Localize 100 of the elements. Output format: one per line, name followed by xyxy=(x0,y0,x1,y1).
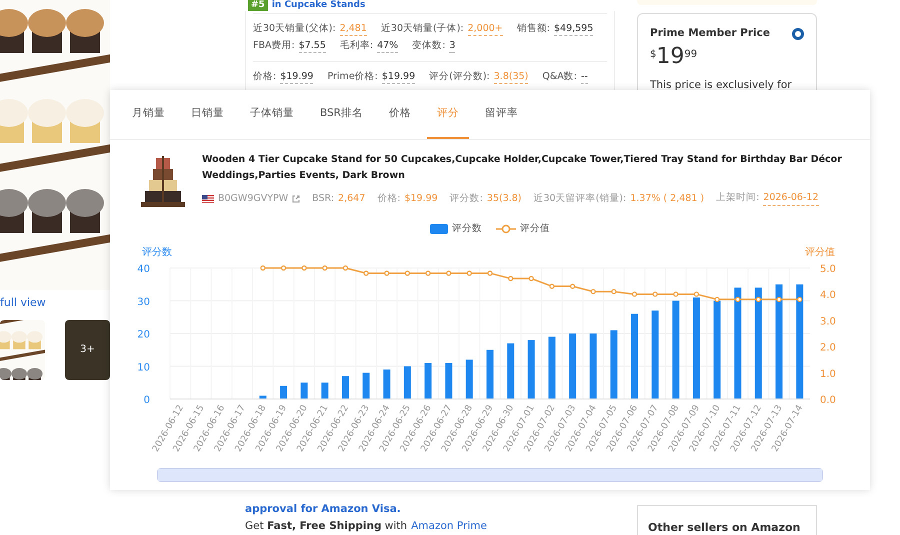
data-point xyxy=(508,276,514,282)
data-point xyxy=(446,270,452,276)
bar xyxy=(528,340,535,400)
bar xyxy=(445,363,452,400)
chart-tab[interactable]: 月销量 xyxy=(122,90,175,139)
axis-tick-label: 3.0 xyxy=(820,316,836,328)
axis-tick-label: 1.0 xyxy=(820,369,836,380)
meta-label: BSR: xyxy=(312,192,334,206)
price-note: This price is exclusively for xyxy=(650,78,793,93)
chart-tab[interactable]: 子体销量 xyxy=(240,90,304,139)
axis-tick-label: 4.0 xyxy=(820,290,836,302)
data-point xyxy=(260,266,266,271)
stat-label: Prime价格: xyxy=(327,70,378,84)
meta-value: 1.37% ( 2,481 ) xyxy=(630,192,704,206)
stat-value: $19.99 xyxy=(280,70,314,84)
axis-tick-label: 5.0 xyxy=(820,264,836,276)
data-point xyxy=(280,266,286,271)
data-point xyxy=(528,276,534,282)
stat-value: 2,481 xyxy=(340,22,367,36)
axis-tick-label: 0 xyxy=(144,395,150,406)
data-point xyxy=(756,297,761,302)
meta-value: 2,647 xyxy=(338,192,366,206)
rank-badge: #5 xyxy=(248,0,268,11)
category-link[interactable]: in Cupcake Stands xyxy=(272,0,366,11)
left-axis-title: 评分数 xyxy=(142,247,172,258)
legend-bar-icon xyxy=(430,224,448,234)
stat-label: FBA费用: xyxy=(253,39,295,53)
stat-value: -- xyxy=(580,70,588,84)
bar xyxy=(424,363,432,400)
stat-label: 销售额: xyxy=(516,22,550,36)
bar xyxy=(466,360,473,400)
legend-label: 评分值 xyxy=(520,222,550,236)
stat-label: 近30天销量(子体): xyxy=(380,22,464,36)
legend-line-icon xyxy=(496,224,516,234)
data-point xyxy=(322,266,328,271)
legend-label: 评分数 xyxy=(452,222,482,236)
data-point xyxy=(611,289,616,294)
data-point xyxy=(487,270,493,276)
axis-tick-label: 0.0 xyxy=(820,395,836,406)
bar xyxy=(383,370,390,400)
data-point xyxy=(714,297,720,302)
shipping-text: Get Fast, Free Shipping with xyxy=(245,520,408,533)
bar xyxy=(280,386,288,400)
data-point xyxy=(364,270,369,276)
meta-label: 评分数: xyxy=(450,192,483,206)
bar xyxy=(342,376,349,400)
meta-value: 2026-06-12 xyxy=(763,191,818,206)
data-point xyxy=(673,292,678,298)
data-point xyxy=(590,289,596,294)
stat-value: $49,595 xyxy=(554,22,594,36)
bar xyxy=(610,330,618,400)
axis-tick-label: 2.0 xyxy=(820,342,836,354)
data-point xyxy=(342,266,348,271)
stat-value: $19.99 xyxy=(382,70,416,84)
price-whole: 19 xyxy=(656,44,684,70)
card-title: Prime Member Price xyxy=(650,26,770,41)
bar xyxy=(590,334,597,400)
chart-tab[interactable]: 日销量 xyxy=(181,90,234,139)
right-axis-title: 评分值 xyxy=(805,247,835,258)
product-title: Wooden 4 Tier Cupcake Stand for 50 Cupcakes,Cupcake Holder,Cupcake Tower,Tiered Tray Stand for Birthday Bar Décor Weddings,Parties Events, Dark Brown xyxy=(202,153,842,183)
data-point xyxy=(735,297,740,302)
data-point xyxy=(384,270,390,276)
chart-tab[interactable]: 价格 xyxy=(378,90,421,139)
bar xyxy=(362,373,370,400)
other-sellers-heading: Other sellers on Amazon xyxy=(648,521,800,534)
axis-tick-label: 10 xyxy=(137,362,150,374)
price-fraction: 99 xyxy=(684,48,698,62)
stat-label: Q&A数: xyxy=(542,70,577,84)
data-point xyxy=(652,292,658,298)
axis-tick-label: 40 xyxy=(137,264,150,276)
stat-label: 近30天销量(父体): xyxy=(253,22,336,36)
radio-button[interactable] xyxy=(792,28,804,40)
full-view-link[interactable]: full view xyxy=(0,295,46,312)
stat-label: 变体数: xyxy=(412,39,446,53)
chart-tab[interactable]: BSR排名 xyxy=(310,90,373,139)
axis-tick-label: 30 xyxy=(137,297,150,308)
visa-text: approval for Amazon Visa. xyxy=(245,503,402,516)
stat-label: 评分(评分数): xyxy=(429,70,490,84)
data-point xyxy=(632,292,638,298)
bar xyxy=(507,344,514,400)
external-link-icon[interactable] xyxy=(292,194,300,203)
chart-tab[interactable]: 留评率 xyxy=(474,90,528,139)
data-point xyxy=(302,266,307,271)
data-point xyxy=(466,270,472,276)
meta-label: 近30天留评率(销量): xyxy=(534,192,626,206)
data-point xyxy=(694,292,700,298)
us-flag-icon xyxy=(202,194,214,203)
stat-value: 2,000+ xyxy=(468,22,503,36)
meta-value: $19.99 xyxy=(404,192,438,206)
meta-label: 价格: xyxy=(377,192,400,206)
bar xyxy=(321,382,328,400)
stat-label: 毛利率: xyxy=(340,39,374,53)
more-images-thumbnail[interactable]: 3+ xyxy=(65,320,110,380)
bar xyxy=(486,350,494,400)
bar xyxy=(259,396,266,400)
data-point xyxy=(776,297,782,302)
stat-value: 3.8(35) xyxy=(494,70,528,84)
prime-link[interactable]: Amazon Prime xyxy=(411,520,487,533)
data-point xyxy=(570,284,576,290)
stat-label: 价格: xyxy=(253,70,276,84)
